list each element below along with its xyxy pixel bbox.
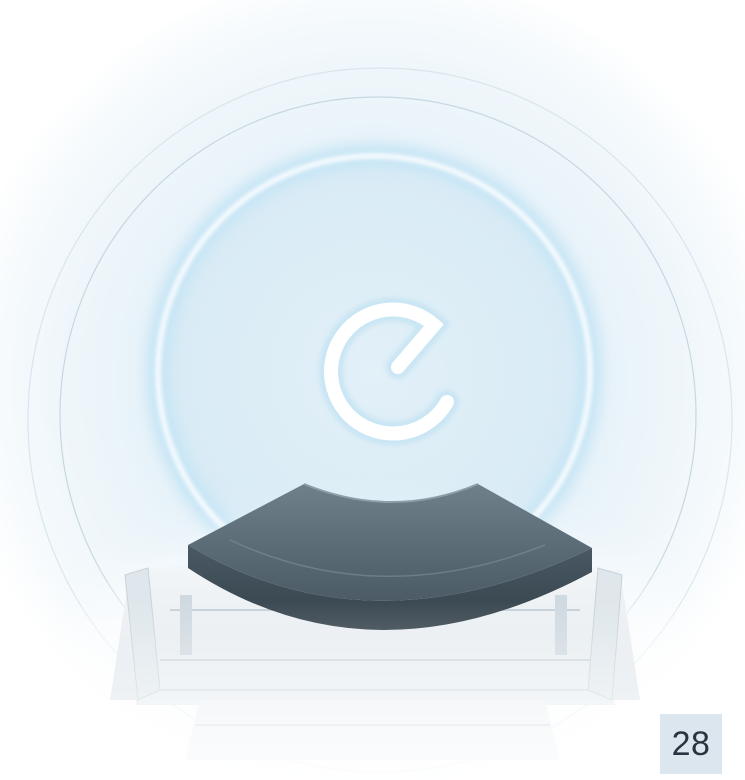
page-number: 28 — [671, 725, 711, 763]
page-number-badge: 28 — [660, 714, 722, 774]
mri-illustration — [0, 0, 745, 780]
bottom-fade — [0, 600, 745, 780]
mri-scanner-scene — [0, 0, 745, 780]
